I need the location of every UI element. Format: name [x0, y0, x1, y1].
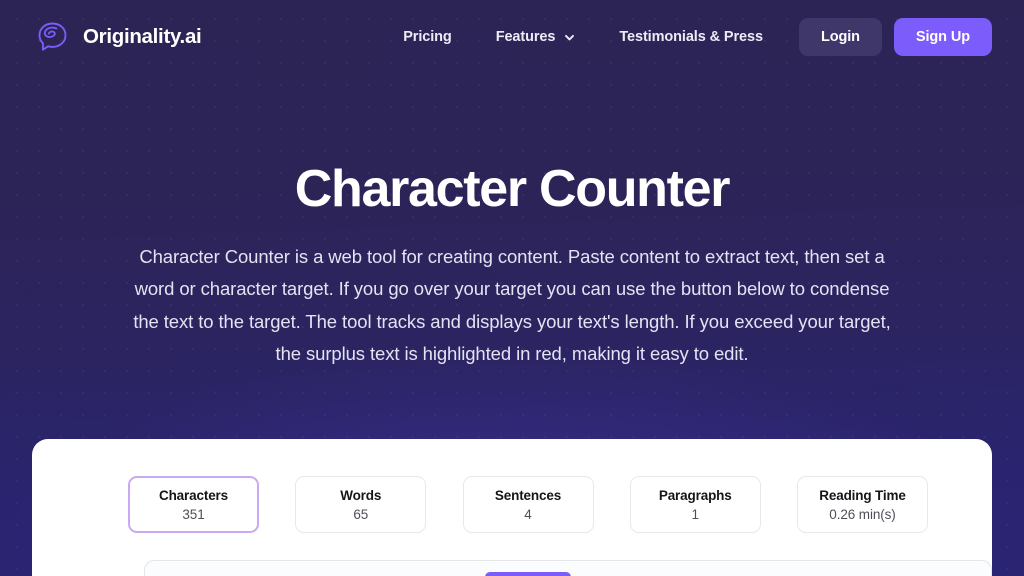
nav-item-pricing-label: Pricing [403, 28, 452, 45]
brand-logo[interactable]: Originality.ai [32, 19, 202, 55]
hero-description: Character Counter is a web tool for crea… [133, 245, 891, 365]
stat-value: 351 [182, 506, 205, 522]
stats-row: Characters 351 Words 65 Sentences 4 Para… [32, 439, 992, 533]
nav-item-features-label: Features [495, 28, 556, 45]
signup-button[interactable]: Sign Up [893, 17, 992, 56]
stat-label: Sentences [494, 487, 562, 503]
stat-value: 1 [691, 506, 700, 522]
stat-value: 0.26 min(s) [829, 506, 896, 522]
main-navigation: Pricing Features Testimonials & Press Lo… [381, 17, 992, 56]
stat-value: 65 [353, 506, 369, 522]
stat-label: Paragraphs [658, 487, 732, 503]
page-background: Originality.ai Pricing Features Testimon… [0, 0, 1024, 576]
nav-item-pricing[interactable]: Pricing [381, 21, 473, 53]
stat-card-paragraphs[interactable]: Paragraphs 1 [629, 476, 761, 533]
text-editor-container[interactable] [144, 560, 992, 576]
stat-value: 4 [524, 506, 532, 522]
page-title: Character Counter [294, 160, 731, 218]
nav-item-testimonials[interactable]: Testimonials & Press [597, 21, 785, 53]
chevron-down-icon [564, 32, 575, 43]
stat-card-sentences[interactable]: Sentences 4 [462, 476, 594, 533]
site-header: Originality.ai Pricing Features Testimon… [0, 0, 1024, 73]
stat-label: Reading Time [819, 487, 906, 503]
stat-label: Characters [158, 487, 229, 503]
login-button[interactable]: Login [798, 17, 882, 56]
brand-name: Originality.ai [83, 24, 202, 48]
brain-speech-bubble-icon [32, 19, 72, 55]
stat-card-characters[interactable]: Characters 351 [128, 476, 259, 533]
stat-label: Words [340, 487, 382, 503]
nav-item-testimonials-label: Testimonials & Press [619, 28, 763, 45]
tool-panel: Characters 351 Words 65 Sentences 4 Para… [32, 439, 992, 576]
stat-card-words[interactable]: Words 65 [295, 476, 427, 533]
condense-text-button[interactable] [485, 572, 571, 576]
nav-item-features[interactable]: Features [474, 21, 598, 53]
stat-card-reading-time[interactable]: Reading Time 0.26 min(s) [797, 476, 928, 533]
